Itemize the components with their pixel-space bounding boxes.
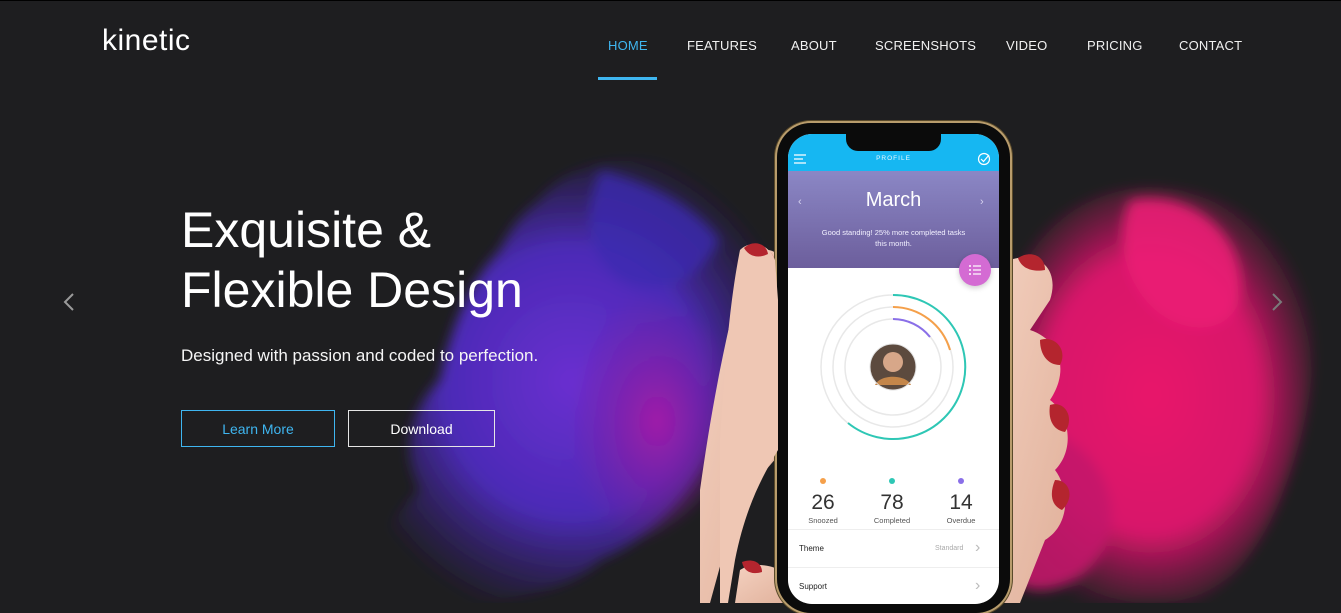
nav-item-about[interactable]: ABOUT (791, 38, 837, 53)
row-label: Theme (799, 544, 824, 553)
stat-completed: 78 Completed (862, 478, 922, 525)
check-circle-icon (977, 152, 991, 166)
app-bar-title: PROFILE (876, 155, 911, 162)
list-icon (959, 254, 991, 286)
phone-screen: PROFILE ‹ › March Good standing! 25% mor… (788, 134, 999, 604)
nav-item-screenshots[interactable]: SCREENSHOTS (875, 38, 976, 53)
chevron-left-icon[interactable] (60, 290, 80, 314)
stat-dot (958, 478, 964, 484)
phone-notch (846, 134, 941, 151)
stat-value: 78 (880, 491, 904, 514)
stat-dot (820, 478, 826, 484)
learn-more-button[interactable]: Learn More (181, 410, 335, 447)
chevron-right-icon: › (975, 577, 981, 594)
chevron-right-icon[interactable] (1268, 290, 1288, 314)
thumb-overlay (720, 243, 778, 603)
standing-text: Good standing! 25% more completed tasks … (821, 228, 966, 248)
stat-value: 26 (811, 491, 835, 514)
stat-label: Overdue (946, 516, 976, 525)
stat-overdue: 14 Overdue (931, 478, 991, 525)
month-label: March (865, 189, 922, 211)
stat-value: 14 (949, 491, 973, 514)
row-value: Standard (935, 545, 964, 552)
nav-item-home[interactable]: HOME (608, 38, 648, 53)
stat-label: Snoozed (808, 516, 838, 525)
progress-rings (820, 293, 967, 440)
stat-label: Completed (873, 516, 911, 525)
nav-item-contact[interactable]: CONTACT (1179, 38, 1242, 53)
nav-item-video[interactable]: VIDEO (1006, 38, 1047, 53)
hero-subtitle: Designed with passion and coded to perfe… (181, 346, 539, 365)
download-button[interactable]: Download (348, 410, 495, 447)
hero-title-line-2: Flexible Design (181, 262, 523, 318)
settings-row-support: Support › (788, 567, 999, 604)
stat-snoozed: 26 Snoozed (793, 478, 853, 525)
stat-dot (889, 478, 895, 484)
hero-title: Exquisite & Flexible Design (181, 200, 661, 320)
nav-active-indicator (598, 77, 657, 80)
hero-title-line-1: Exquisite & (181, 202, 432, 258)
phone-mockup: PROFILE ‹ › March Good standing! 25% mor… (777, 123, 1010, 613)
main-nav: HOME FEATURES ABOUT SCREENSHOTS VIDEO PR… (0, 0, 1341, 82)
nav-item-pricing[interactable]: PRICING (1087, 38, 1143, 53)
nav-item-features[interactable]: FEATURES (687, 38, 757, 53)
chevron-right-icon: › (975, 539, 981, 556)
row-label: Support (799, 582, 828, 591)
settings-row-theme: Theme Standard › (788, 529, 999, 568)
month-header (788, 171, 999, 268)
